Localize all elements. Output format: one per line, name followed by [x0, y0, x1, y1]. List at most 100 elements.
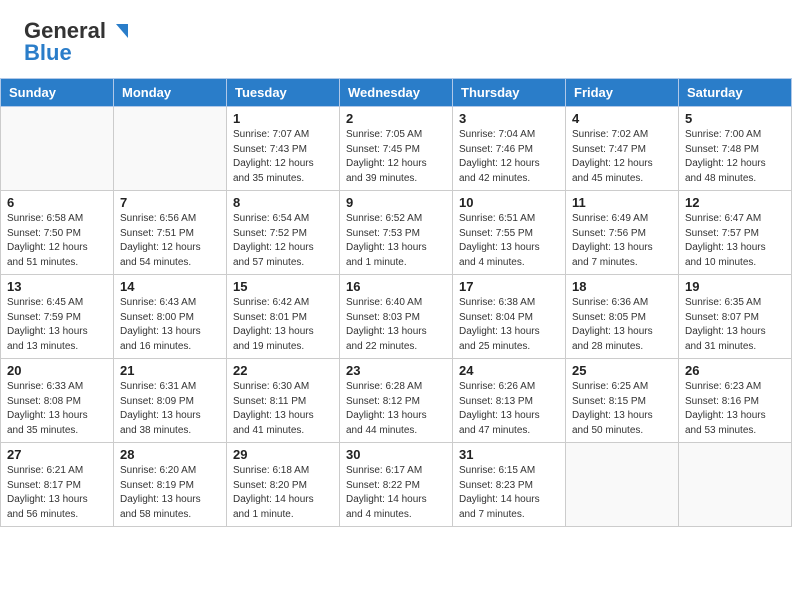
week-row-2: 6 Sunrise: 6:58 AM Sunset: 7:50 PM Daylig…: [1, 191, 792, 275]
day-detail: Sunrise: 6:58 AM Sunset: 7:50 PM Dayligh…: [7, 212, 108, 270]
calendar-cell: [566, 443, 679, 527]
day-detail: Sunrise: 7:00 AM Sunset: 7:48 PM Dayligh…: [685, 128, 786, 186]
day-number: 11: [572, 195, 673, 210]
calendar-cell: 30 Sunrise: 6:17 AM Sunset: 8:22 PM Dayli…: [340, 443, 453, 527]
page-header: General Blue: [0, 0, 792, 74]
calendar-cell: 19Sunrise: 6:35 AM Sunset: 8:07 PM Dayli…: [679, 275, 792, 359]
calendar-cell: 18Sunrise: 6:36 AM Sunset: 8:05 PM Dayli…: [566, 275, 679, 359]
calendar-cell: [1, 107, 114, 191]
weekday-header-monday: Monday: [114, 79, 227, 107]
calendar-cell: 8Sunrise: 6:54 AM Sunset: 7:52 PM Daylig…: [227, 191, 340, 275]
day-number: 21: [120, 363, 221, 378]
calendar-cell: 22Sunrise: 6:30 AM Sunset: 8:11 PM Dayli…: [227, 359, 340, 443]
weekday-header-friday: Friday: [566, 79, 679, 107]
day-detail: Sunrise: 6:25 AM Sunset: 8:15 PM Dayligh…: [572, 380, 673, 438]
calendar-cell: 3 Sunrise: 7:04 AM Sunset: 7:46 PM Daylig…: [453, 107, 566, 191]
day-number: 24: [459, 363, 560, 378]
day-number: 15: [233, 279, 334, 294]
day-detail: Sunrise: 6:45 AM Sunset: 7:59 PM Dayligh…: [7, 296, 108, 354]
day-detail: Sunrise: 6:49 AM Sunset: 7:56 PM Dayligh…: [572, 212, 673, 270]
day-number: 17: [459, 279, 560, 294]
calendar-cell: 16 Sunrise: 6:40 AM Sunset: 8:03 PM Dayli…: [340, 275, 453, 359]
day-number: 1: [233, 111, 334, 126]
weekday-header-wednesday: Wednesday: [340, 79, 453, 107]
day-detail: Sunrise: 7:04 AM Sunset: 7:46 PM Dayligh…: [459, 128, 560, 186]
day-detail: Sunrise: 6:43 AM Sunset: 8:00 PM Dayligh…: [120, 296, 221, 354]
logo-blue-text: Blue: [24, 40, 72, 66]
calendar-cell: 1 Sunrise: 7:07 AM Sunset: 7:43 PM Daylig…: [227, 107, 340, 191]
calendar-cell: 26 Sunrise: 6:23 AM Sunset: 8:16 PM Dayli…: [679, 359, 792, 443]
calendar-cell: 24 Sunrise: 6:26 AM Sunset: 8:13 PM Dayli…: [453, 359, 566, 443]
weekday-header-thursday: Thursday: [453, 79, 566, 107]
day-number: 6: [7, 195, 108, 210]
day-number: 12: [685, 195, 786, 210]
day-detail: Sunrise: 6:23 AM Sunset: 8:16 PM Dayligh…: [685, 380, 786, 438]
weekday-header-saturday: Saturday: [679, 79, 792, 107]
day-number: 20: [7, 363, 108, 378]
calendar-cell: 21 Sunrise: 6:31 AM Sunset: 8:09 PM Dayli…: [114, 359, 227, 443]
day-detail: Sunrise: 6:36 AM Sunset: 8:05 PM Dayligh…: [572, 296, 673, 354]
calendar-cell: 28 Sunrise: 6:20 AM Sunset: 8:19 PM Dayli…: [114, 443, 227, 527]
day-number: 22: [233, 363, 334, 378]
day-number: 26: [685, 363, 786, 378]
calendar-cell: 25 Sunrise: 6:25 AM Sunset: 8:15 PM Dayli…: [566, 359, 679, 443]
day-number: 9: [346, 195, 447, 210]
calendar-cell: [679, 443, 792, 527]
calendar-cell: 23 Sunrise: 6:28 AM Sunset: 8:12 PM Dayli…: [340, 359, 453, 443]
calendar-cell: 14 Sunrise: 6:43 AM Sunset: 8:00 PM Dayli…: [114, 275, 227, 359]
day-detail: Sunrise: 6:31 AM Sunset: 8:09 PM Dayligh…: [120, 380, 221, 438]
calendar-cell: 31 Sunrise: 6:15 AM Sunset: 8:23 PM Dayli…: [453, 443, 566, 527]
day-number: 3: [459, 111, 560, 126]
day-detail: Sunrise: 6:42 AM Sunset: 8:01 PM Dayligh…: [233, 296, 334, 354]
calendar-cell: 27 Sunrise: 6:21 AM Sunset: 8:17 PM Dayli…: [1, 443, 114, 527]
calendar-cell: 10 Sunrise: 6:51 AM Sunset: 7:55 PM Dayli…: [453, 191, 566, 275]
day-number: 28: [120, 447, 221, 462]
weekday-header-tuesday: Tuesday: [227, 79, 340, 107]
day-detail: Sunrise: 6:33 AM Sunset: 8:08 PM Dayligh…: [7, 380, 108, 438]
day-number: 27: [7, 447, 108, 462]
calendar-cell: 5 Sunrise: 7:00 AM Sunset: 7:48 PM Daylig…: [679, 107, 792, 191]
week-row-4: 20 Sunrise: 6:33 AM Sunset: 8:08 PM Dayli…: [1, 359, 792, 443]
day-detail: Sunrise: 6:17 AM Sunset: 8:22 PM Dayligh…: [346, 464, 447, 522]
day-detail: Sunrise: 6:40 AM Sunset: 8:03 PM Dayligh…: [346, 296, 447, 354]
day-number: 14: [120, 279, 221, 294]
day-number: 2: [346, 111, 447, 126]
day-detail: Sunrise: 6:47 AM Sunset: 7:57 PM Dayligh…: [685, 212, 786, 270]
day-number: 5: [685, 111, 786, 126]
calendar-cell: 2 Sunrise: 7:05 AM Sunset: 7:45 PM Daylig…: [340, 107, 453, 191]
day-detail: Sunrise: 6:54 AM Sunset: 7:52 PM Dayligh…: [233, 212, 334, 270]
day-number: 29: [233, 447, 334, 462]
weekday-header-sunday: Sunday: [1, 79, 114, 107]
day-detail: Sunrise: 6:51 AM Sunset: 7:55 PM Dayligh…: [459, 212, 560, 270]
day-detail: Sunrise: 6:18 AM Sunset: 8:20 PM Dayligh…: [233, 464, 334, 522]
day-detail: Sunrise: 6:26 AM Sunset: 8:13 PM Dayligh…: [459, 380, 560, 438]
calendar-cell: 12 Sunrise: 6:47 AM Sunset: 7:57 PM Dayli…: [679, 191, 792, 275]
day-detail: Sunrise: 7:07 AM Sunset: 7:43 PM Dayligh…: [233, 128, 334, 186]
day-detail: Sunrise: 7:02 AM Sunset: 7:47 PM Dayligh…: [572, 128, 673, 186]
day-detail: Sunrise: 6:20 AM Sunset: 8:19 PM Dayligh…: [120, 464, 221, 522]
calendar-cell: 17Sunrise: 6:38 AM Sunset: 8:04 PM Dayli…: [453, 275, 566, 359]
day-number: 19: [685, 279, 786, 294]
day-detail: Sunrise: 7:05 AM Sunset: 7:45 PM Dayligh…: [346, 128, 447, 186]
day-number: 25: [572, 363, 673, 378]
day-number: 23: [346, 363, 447, 378]
week-row-3: 13Sunrise: 6:45 AM Sunset: 7:59 PM Dayli…: [1, 275, 792, 359]
calendar-cell: 29 Sunrise: 6:18 AM Sunset: 8:20 PM Dayli…: [227, 443, 340, 527]
day-detail: Sunrise: 6:56 AM Sunset: 7:51 PM Dayligh…: [120, 212, 221, 270]
day-number: 4: [572, 111, 673, 126]
day-number: 16: [346, 279, 447, 294]
day-number: 30: [346, 447, 447, 462]
calendar-cell: 11 Sunrise: 6:49 AM Sunset: 7:56 PM Dayli…: [566, 191, 679, 275]
day-number: 10: [459, 195, 560, 210]
day-detail: Sunrise: 6:28 AM Sunset: 8:12 PM Dayligh…: [346, 380, 447, 438]
day-number: 31: [459, 447, 560, 462]
weekday-header-row: SundayMondayTuesdayWednesdayThursdayFrid…: [1, 79, 792, 107]
calendar-cell: 13Sunrise: 6:45 AM Sunset: 7:59 PM Dayli…: [1, 275, 114, 359]
calendar-table: SundayMondayTuesdayWednesdayThursdayFrid…: [0, 78, 792, 527]
calendar-cell: 20 Sunrise: 6:33 AM Sunset: 8:08 PM Dayli…: [1, 359, 114, 443]
day-detail: Sunrise: 6:21 AM Sunset: 8:17 PM Dayligh…: [7, 464, 108, 522]
calendar-cell: 6 Sunrise: 6:58 AM Sunset: 7:50 PM Daylig…: [1, 191, 114, 275]
calendar-cell: 9Sunrise: 6:52 AM Sunset: 7:53 PM Daylig…: [340, 191, 453, 275]
week-row-5: 27 Sunrise: 6:21 AM Sunset: 8:17 PM Dayli…: [1, 443, 792, 527]
day-detail: Sunrise: 6:15 AM Sunset: 8:23 PM Dayligh…: [459, 464, 560, 522]
